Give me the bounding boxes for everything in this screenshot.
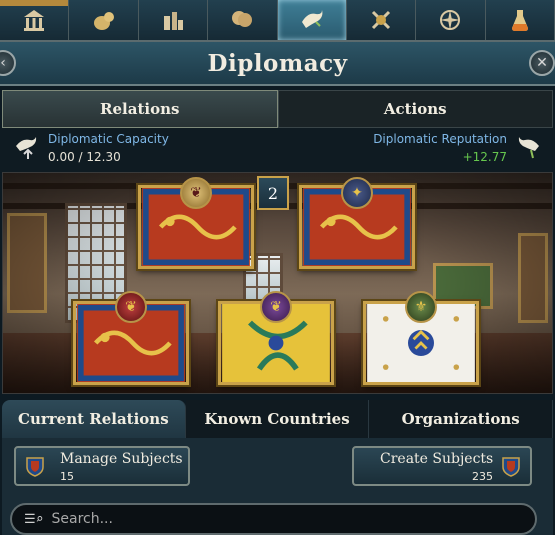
relation-crest-icon: ❦ <box>180 177 212 209</box>
create-subjects-count: 235 <box>472 470 493 483</box>
government-icon <box>24 10 45 31</box>
main-tabs: Relations Actions <box>2 90 553 128</box>
diplomatic-capacity-value: 0.00 / 12.30 <box>48 150 121 164</box>
chevron-left-icon: ‹ <box>0 55 6 71</box>
create-subjects-button[interactable]: Create Subjects 235 <box>352 446 532 486</box>
exploration-icon <box>440 10 461 30</box>
tab-court[interactable] <box>208 0 278 40</box>
manage-subjects-label: Manage Subjects <box>60 451 183 467</box>
search-input[interactable] <box>51 511 492 527</box>
relation-crest-icon: ❦ <box>115 291 147 323</box>
tab-organizations[interactable]: Organizations <box>369 400 554 438</box>
page-title: Diplomacy <box>207 49 348 77</box>
category-icon-bar <box>0 0 555 42</box>
capacity-row: Diplomatic Capacity 0.00 / 12.30 Diploma… <box>0 128 555 172</box>
military-icon <box>372 10 391 30</box>
close-button[interactable]: ✕ <box>529 50 555 76</box>
tab-government[interactable] <box>0 0 70 40</box>
subjects-shield-icon <box>502 457 520 477</box>
dove-down-icon <box>16 137 37 159</box>
economy-icon <box>93 12 114 30</box>
back-button[interactable]: ‹ <box>0 50 16 76</box>
tab-relations[interactable]: Relations <box>2 90 278 128</box>
alchemy-icon <box>511 10 528 31</box>
dove-icon <box>518 137 539 159</box>
subjects-shield-icon <box>26 457 44 477</box>
relations-subtabs: Current Relations Known Countries Organi… <box>2 400 554 438</box>
close-icon: ✕ <box>536 55 548 71</box>
manage-subjects-count: 15 <box>60 470 74 483</box>
tab-diplomacy[interactable] <box>277 0 347 40</box>
search-icon: ☰⌕ <box>24 511 44 527</box>
manage-subjects-button[interactable]: Manage Subjects 15 <box>14 446 190 486</box>
relation-crest-icon: ❦ <box>260 291 292 323</box>
tab-alchemy[interactable] <box>485 0 555 40</box>
panel-header: ‹ Diplomacy ✕ <box>0 42 555 86</box>
tab-exploration[interactable] <box>416 0 486 40</box>
tab-economy[interactable] <box>69 0 139 40</box>
tab-actions[interactable]: Actions <box>277 90 553 128</box>
diplomatic-reputation-value: +12.77 <box>462 150 507 164</box>
tab-known-countries[interactable]: Known Countries <box>185 400 370 438</box>
relation-crest-icon: ⚜ <box>405 291 437 323</box>
relation-crest-icon: ✦ <box>341 177 373 209</box>
tab-current-relations[interactable]: Current Relations <box>2 400 186 438</box>
create-subjects-label: Create Subjects <box>380 451 494 467</box>
production-icon <box>163 12 183 30</box>
diplomatic-capacity-label[interactable]: Diplomatic Capacity <box>48 132 169 146</box>
court-icon <box>232 11 253 27</box>
diplomatic-reputation-label[interactable]: Diplomatic Reputation <box>373 132 507 146</box>
search-bar: ☰⌕ <box>10 503 537 535</box>
tab-military[interactable] <box>346 0 417 40</box>
tab-indicator-strip <box>0 0 68 6</box>
tab-production[interactable] <box>138 0 209 40</box>
diplomacy-icon <box>301 10 323 28</box>
relation-count-badge: 2 <box>257 176 289 210</box>
